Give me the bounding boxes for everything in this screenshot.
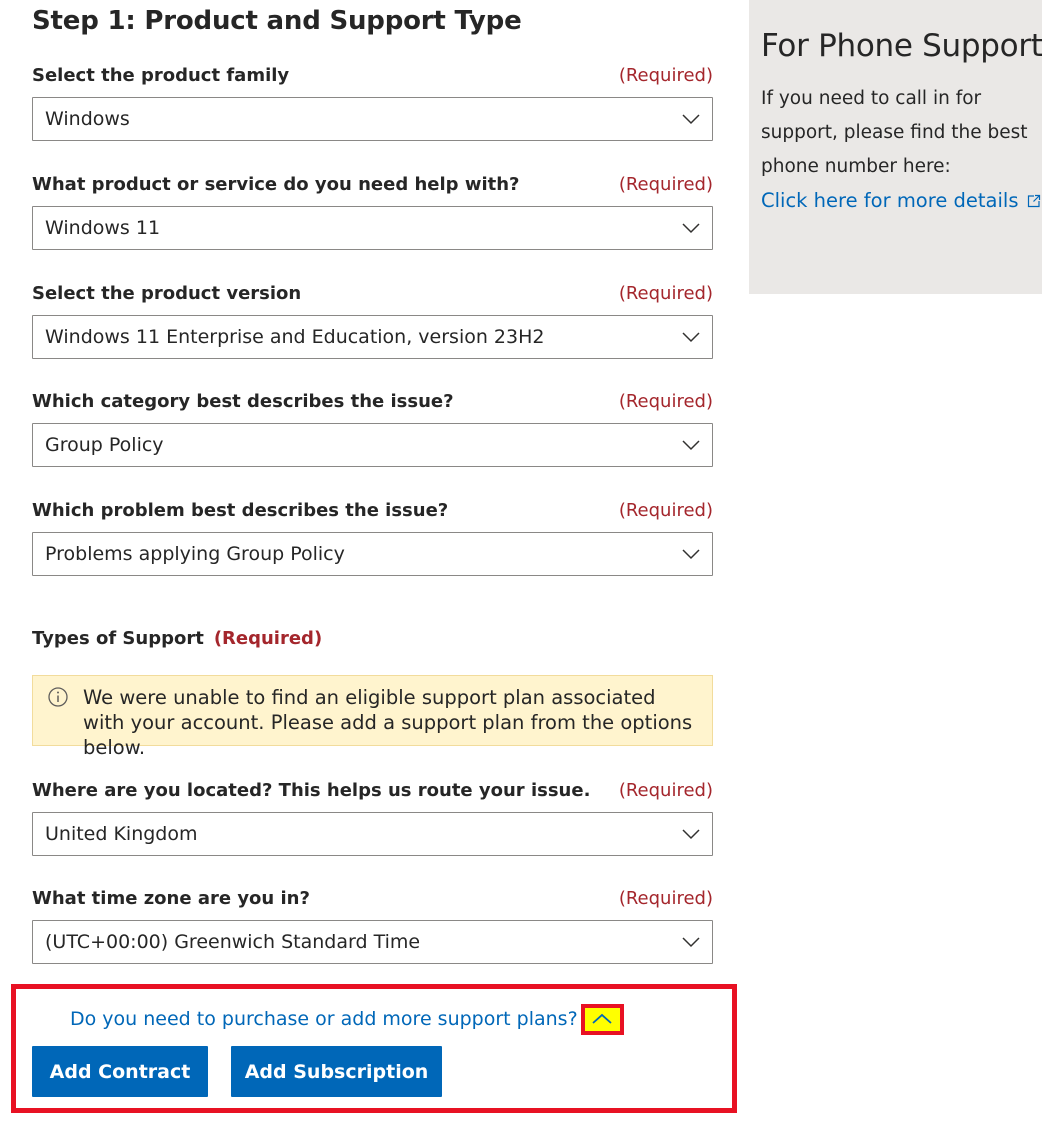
product-service-field: What product or service do you need help… [32,172,713,250]
required-indicator: (Required) [618,390,713,412]
issue-problem-field: Which problem best describes the issue? … [32,498,713,576]
chevron-down-icon [682,332,700,343]
chevron-down-icon [682,937,700,948]
timezone-field: What time zone are you in? (Required) (U… [32,886,713,964]
product-family-value: Windows [45,108,130,130]
field-label-row: Which category best describes the issue?… [32,389,713,413]
phone-support-panel: For Phone Support If you need to call in… [749,0,1042,294]
purchase-toggle-button[interactable] [580,1003,624,1035]
external-link-icon [1027,194,1040,208]
issue-problem-value: Problems applying Group Policy [45,543,345,565]
field-label-row: Which problem best describes the issue? … [32,498,713,522]
chevron-down-icon [682,549,700,560]
product-version-value: Windows 11 Enterprise and Education, ver… [45,326,545,348]
required-indicator: (Required) [618,499,713,521]
product-service-select[interactable]: Windows 11 [32,206,713,250]
field-label-row: Where are you located? This helps us rou… [32,778,713,802]
phone-details-link[interactable]: Click here for more details [761,184,1042,218]
phone-support-title: For Phone Support [761,28,1042,64]
required-indicator: (Required) [213,627,323,649]
issue-problem-label: Which problem best describes the issue? [32,499,449,521]
issue-category-label: Which category best describes the issue? [32,390,454,412]
timezone-value: (UTC+00:00) Greenwich Standard Time [45,931,421,953]
chevron-down-icon [682,223,700,234]
support-types-header: Types of Support (Required) [32,625,322,651]
field-label-row: What product or service do you need help… [32,172,713,196]
location-field: Where are you located? This helps us rou… [32,778,713,856]
chevron-down-icon [682,114,700,125]
product-family-field: Select the product family (Required) Win… [32,63,713,141]
timezone-label: What time zone are you in? [32,887,310,909]
product-version-label: Select the product version [32,282,302,304]
field-label-row: Select the product family (Required) [32,63,713,87]
support-plan-warning: We were unable to find an eligible suppo… [32,675,713,759]
location-select[interactable]: United Kingdom [32,812,713,856]
product-version-field: Select the product version (Required) Wi… [32,281,713,359]
timezone-select[interactable]: (UTC+00:00) Greenwich Standard Time [32,920,713,964]
purchase-plans-link[interactable]: Do you need to purchase or add more supp… [70,1008,578,1030]
page-title: Step 1: Product and Support Type [32,6,522,36]
add-subscription-button[interactable]: Add Subscription [231,1046,442,1097]
field-label-row: Select the product version (Required) [32,281,713,305]
info-icon [48,687,68,707]
location-value: United Kingdom [45,823,198,845]
chevron-down-icon [682,440,700,451]
warning-message: We were unable to find an eligible suppo… [83,686,693,759]
support-types-label: Types of Support [32,627,204,649]
product-version-select[interactable]: Windows 11 Enterprise and Education, ver… [32,315,713,359]
product-family-select[interactable]: Windows [32,97,713,141]
purchase-question-row: Do you need to purchase or add more supp… [70,1003,624,1035]
issue-category-value: Group Policy [45,434,164,456]
issue-category-field: Which category best describes the issue?… [32,389,713,467]
required-indicator: (Required) [618,887,713,909]
add-contract-button[interactable]: Add Contract [32,1046,208,1097]
phone-details-link-label: Click here for more details [761,189,1019,212]
product-service-value: Windows 11 [45,217,161,239]
issue-category-select[interactable]: Group Policy [32,423,713,467]
chevron-down-icon [682,829,700,840]
required-indicator: (Required) [618,282,713,304]
product-family-label: Select the product family [32,64,290,86]
field-label-row: What time zone are you in? (Required) [32,886,713,910]
product-service-label: What product or service do you need help… [32,173,520,195]
location-label: Where are you located? This helps us rou… [32,779,591,801]
chevron-up-icon [592,1013,612,1024]
required-indicator: (Required) [618,64,713,86]
required-indicator: (Required) [618,173,713,195]
phone-support-text: If you need to call in for support, plea… [761,88,1028,177]
required-indicator: (Required) [618,779,713,801]
issue-problem-select[interactable]: Problems applying Group Policy [32,532,713,576]
